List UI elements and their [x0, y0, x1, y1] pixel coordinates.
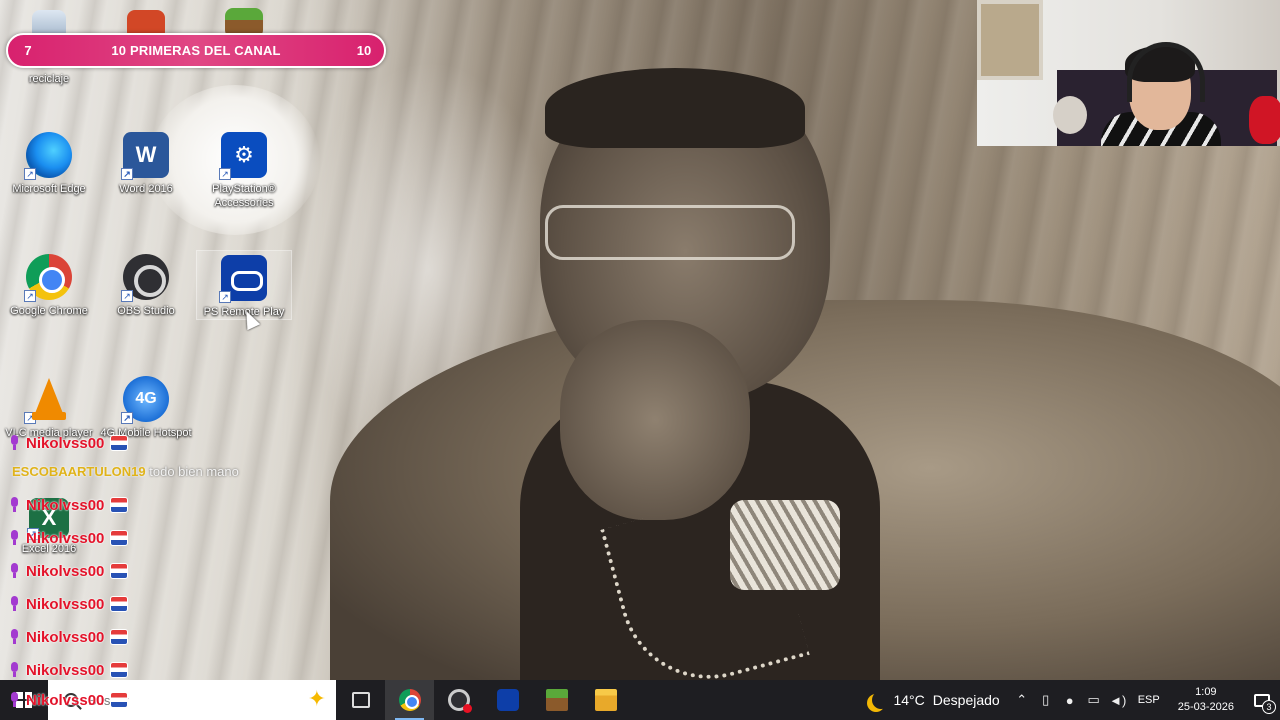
- folder-icon: [594, 689, 617, 711]
- notification-count: 3: [1262, 700, 1276, 714]
- banner-left-number: 7: [24, 43, 32, 58]
- taskbar-clock[interactable]: 1:09 25-03-2026: [1168, 685, 1244, 715]
- chat-username: Nikolvss00: [26, 628, 105, 646]
- microphone-badge-icon: [8, 662, 20, 678]
- chat-username: Nikolvss00: [26, 434, 105, 452]
- desktop-icon-microsoft-edge[interactable]: ↗ Microsoft Edge: [1, 132, 97, 196]
- chat-username: Nikolvss00: [26, 529, 105, 547]
- banner-title: 10 PRIMERAS DEL CANAL: [111, 43, 281, 58]
- chat-username: Nikolvss00: [26, 661, 105, 679]
- volume-icon[interactable]: ◄): [1106, 680, 1130, 720]
- clock-time: 1:09: [1195, 686, 1217, 698]
- weather-temperature: 14°C: [893, 692, 925, 708]
- taskbar-app-chrome[interactable]: [385, 680, 434, 720]
- taskbar-task-view[interactable]: [336, 680, 385, 720]
- minecraft-icon: [545, 689, 568, 711]
- wallpaper-glasses: [545, 205, 795, 260]
- desktop-icon-google-chrome[interactable]: ↗ Google Chrome: [1, 254, 97, 318]
- microphone-badge-icon: [8, 563, 20, 579]
- task-view-icon: [351, 692, 370, 708]
- desktop-icon-label: Google Chrome: [10, 305, 88, 317]
- microphone-badge-icon: [8, 596, 20, 612]
- notification-center-button[interactable]: 3: [1244, 680, 1280, 720]
- team-badge-icon: [110, 530, 129, 546]
- weather-condition: Despejado: [932, 692, 1000, 708]
- microphone-badge-icon: [8, 497, 20, 513]
- taskbar-app-obs[interactable]: [434, 680, 483, 720]
- search-highlight-sparkle-icon: ✦: [307, 686, 326, 711]
- ps-remote-play-icon: ↗: [219, 255, 267, 303]
- chat-message: Nikolvss00: [8, 658, 129, 682]
- word-icon: W ↗: [121, 132, 169, 180]
- system-tray: 14°C Despejado ⌃ ▯ ● ▭ ◄) ESP 1:09 25-03…: [857, 680, 1280, 720]
- playstation-accessories-icon: ⚙ ↗: [219, 132, 267, 180]
- desktop-icon-playstation-accessories[interactable]: ⚙ ↗ PlayStation® Accessories: [196, 132, 292, 210]
- chat-username: Nikolvss00: [26, 496, 105, 514]
- webcam-overlay: [977, 0, 1280, 146]
- chat-message: ESCOBAARTULON19 todo bien mano: [12, 464, 239, 479]
- desktop-icon-label: OBS Studio: [117, 305, 175, 317]
- chat-username: Nikolvss00: [26, 562, 105, 580]
- team-badge-icon: [110, 662, 129, 678]
- mobile-hotspot-icon: 4G ↗: [121, 376, 169, 424]
- desktop-icon-label: PlayStation® Accessories: [212, 183, 276, 209]
- obs-icon: ↗: [121, 254, 169, 302]
- chat-message: Nikolvss00: [8, 493, 129, 517]
- taskbar-app-ps-remote-play[interactable]: [483, 680, 532, 720]
- taskbar: ✦ Nikolvss00 14°C Despejado ⌃ ▯ ● ▭ ◄) E…: [0, 680, 1280, 720]
- team-badge-icon: [110, 692, 129, 708]
- microphone-badge-icon: [8, 530, 20, 546]
- weather-widget[interactable]: 14°C Despejado: [857, 691, 1009, 709]
- vlc-icon: ↗: [24, 376, 72, 424]
- chat-message: Nikolvss00: [8, 625, 129, 649]
- microphone-badge-icon: [8, 629, 20, 645]
- chat-text: todo bien mano: [149, 464, 239, 479]
- chrome-icon: ↗: [24, 254, 72, 302]
- microphone-badge-icon: [8, 692, 20, 708]
- wallpaper-hand: [560, 320, 750, 520]
- chat-message: Nikolvss00: [8, 690, 129, 710]
- chat-message: Nikolvss00: [8, 526, 129, 550]
- webcam-plush-toy: [1053, 96, 1087, 134]
- team-badge-icon: [110, 596, 129, 612]
- chat-message: Nikolvss00: [8, 592, 129, 616]
- desktop-icon-label: Microsoft Edge: [12, 183, 86, 195]
- taskbar-app-minecraft[interactable]: [532, 680, 581, 720]
- obs-icon: [447, 689, 472, 713]
- ps-remote-play-icon: [496, 689, 519, 711]
- team-badge-icon: [110, 435, 129, 451]
- desktop-icon-label: reciclaje: [28, 73, 70, 85]
- webcam-picture-frame: [977, 0, 1043, 80]
- moon-icon: [872, 691, 890, 709]
- edge-icon: ↗: [24, 132, 72, 180]
- chat-username: Nikolvss00: [26, 691, 105, 709]
- wallpaper-watch: [730, 500, 840, 590]
- chat-username: ESCOBAARTULON19: [12, 464, 146, 479]
- usb-device-icon[interactable]: ▯: [1034, 680, 1058, 720]
- banner-right-number: 10: [356, 43, 372, 58]
- input-language[interactable]: ESP: [1130, 694, 1168, 706]
- desktop-icon-obs-studio[interactable]: ↗ OBS Studio: [98, 254, 194, 318]
- microphone-icon[interactable]: ●: [1058, 680, 1082, 720]
- network-icon[interactable]: ▭: [1082, 680, 1106, 720]
- stream-goal-banner: 7 10 PRIMERAS DEL CANAL 10: [6, 33, 386, 68]
- desktop-icon-word[interactable]: W ↗ Word 2016: [98, 132, 194, 196]
- chat-username: Nikolvss00: [26, 595, 105, 613]
- show-hidden-icons-chevron-up-icon[interactable]: ⌃: [1010, 680, 1034, 720]
- desktop-icon-label: Word 2016: [119, 183, 173, 195]
- chat-message: Nikolvss00: [8, 559, 129, 583]
- team-badge-icon: [110, 497, 129, 513]
- desktop-icon-ps-remote-play[interactable]: ↗ PS Remote Play: [196, 250, 292, 320]
- wallpaper-hair: [545, 68, 805, 148]
- team-badge-icon: [110, 563, 129, 579]
- taskbar-app-file-explorer[interactable]: [581, 680, 630, 720]
- chrome-icon: [398, 689, 421, 711]
- team-badge-icon: [110, 629, 129, 645]
- microphone-badge-icon: [8, 435, 20, 451]
- webcam-red-object: [1249, 96, 1280, 144]
- clock-date: 25-03-2026: [1177, 701, 1234, 713]
- chat-message: Nikolvss00: [8, 431, 129, 455]
